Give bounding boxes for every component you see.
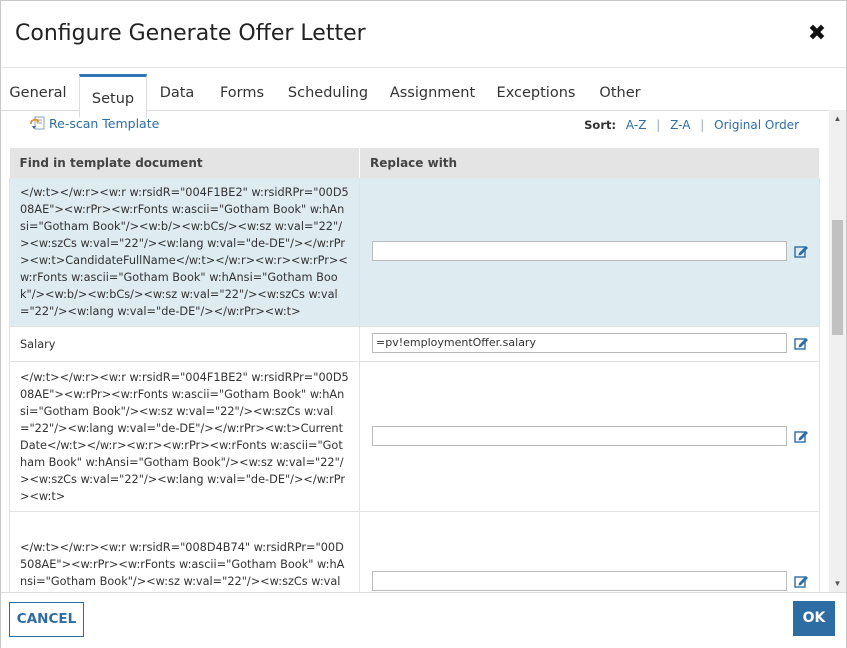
scrollbar-thumb[interactable] bbox=[832, 220, 843, 335]
replacement-table: Find in template document Replace with <… bbox=[9, 148, 820, 592]
sort-a-z-link[interactable]: A-Z bbox=[626, 118, 647, 132]
find-cell: </w:t></w:r><w:r w:rsidR="004F1BE2" w:rs… bbox=[9, 178, 360, 327]
replace-cell bbox=[359, 511, 820, 592]
table-row[interactable]: </w:t></w:r><w:r w:rsidR="008D4B74" w:rs… bbox=[9, 511, 820, 592]
edit-icon[interactable] bbox=[794, 244, 809, 258]
tab-assignment[interactable]: Assignment bbox=[380, 68, 485, 110]
replace-cell bbox=[359, 178, 820, 327]
table-row[interactable]: </w:t></w:r><w:r w:rsidR="004F1BE2" w:rs… bbox=[9, 178, 820, 327]
sort-controls: Sort: A-Z | Z-A | Original Order bbox=[584, 118, 799, 132]
toolbar: Re-scan Template Sort: A-Z | Z-A | Origi… bbox=[1, 110, 829, 148]
vertical-scrollbar[interactable]: ▲ ▼ bbox=[829, 110, 846, 592]
table-header-row: Find in template document Replace with bbox=[9, 148, 820, 178]
column-header-replace: Replace with bbox=[359, 148, 820, 178]
tab-other[interactable]: Other bbox=[587, 68, 653, 110]
replace-input[interactable] bbox=[372, 425, 787, 446]
close-icon[interactable]: ✖ bbox=[807, 23, 827, 45]
column-header-find: Find in template document bbox=[9, 148, 360, 178]
table-row[interactable]: </w:t></w:r><w:r w:rsidR="004F1BE2" w:rs… bbox=[9, 361, 820, 512]
edit-icon[interactable] bbox=[794, 574, 809, 588]
scroll-up-arrow[interactable]: ▲ bbox=[829, 110, 846, 127]
tab-scheduling[interactable]: Scheduling bbox=[279, 68, 377, 110]
replace-input[interactable] bbox=[372, 570, 787, 591]
replace-cell bbox=[359, 361, 820, 512]
configure-dialog: Configure Generate Offer Letter ✖ Genera… bbox=[0, 0, 847, 648]
replace-input[interactable] bbox=[372, 333, 787, 353]
rescan-label: Re-scan Template bbox=[49, 116, 160, 131]
sort-label: Sort: bbox=[584, 118, 617, 132]
table-row[interactable]: Salary bbox=[9, 326, 820, 362]
sort-separator: | bbox=[656, 118, 661, 132]
tab-general[interactable]: General bbox=[1, 68, 75, 110]
sort-original-order-link[interactable]: Original Order bbox=[714, 118, 799, 132]
edit-icon[interactable] bbox=[794, 429, 809, 443]
tab-exceptions[interactable]: Exceptions bbox=[488, 68, 584, 110]
tab-data[interactable]: Data bbox=[147, 68, 207, 110]
sort-z-a-link[interactable]: Z-A bbox=[670, 118, 690, 132]
rescan-template-link[interactable]: Re-scan Template bbox=[30, 116, 159, 131]
ok-button[interactable]: OK bbox=[793, 601, 835, 636]
cancel-button[interactable]: CANCEL bbox=[9, 602, 84, 637]
setup-content: Re-scan Template Sort: A-Z | Z-A | Origi… bbox=[1, 110, 846, 592]
find-cell: </w:t></w:r><w:r w:rsidR="008D4B74" w:rs… bbox=[9, 511, 360, 592]
sort-separator: | bbox=[700, 118, 705, 132]
find-cell: Salary bbox=[9, 326, 360, 362]
edit-icon[interactable] bbox=[794, 336, 809, 350]
scroll-down-arrow[interactable]: ▼ bbox=[829, 575, 846, 592]
replace-cell bbox=[359, 326, 820, 362]
rescan-icon bbox=[30, 116, 45, 130]
dialog-footer: CANCEL OK bbox=[1, 592, 846, 648]
replace-input[interactable] bbox=[372, 241, 787, 261]
dialog-title: Configure Generate Offer Letter bbox=[15, 21, 366, 46]
tab-forms[interactable]: Forms bbox=[210, 68, 274, 110]
title-bar: Configure Generate Offer Letter ✖ bbox=[1, 1, 846, 67]
tab-bar: General Setup Data Forms Scheduling Assi… bbox=[1, 67, 846, 118]
find-cell: </w:t></w:r><w:r w:rsidR="004F1BE2" w:rs… bbox=[9, 361, 360, 512]
